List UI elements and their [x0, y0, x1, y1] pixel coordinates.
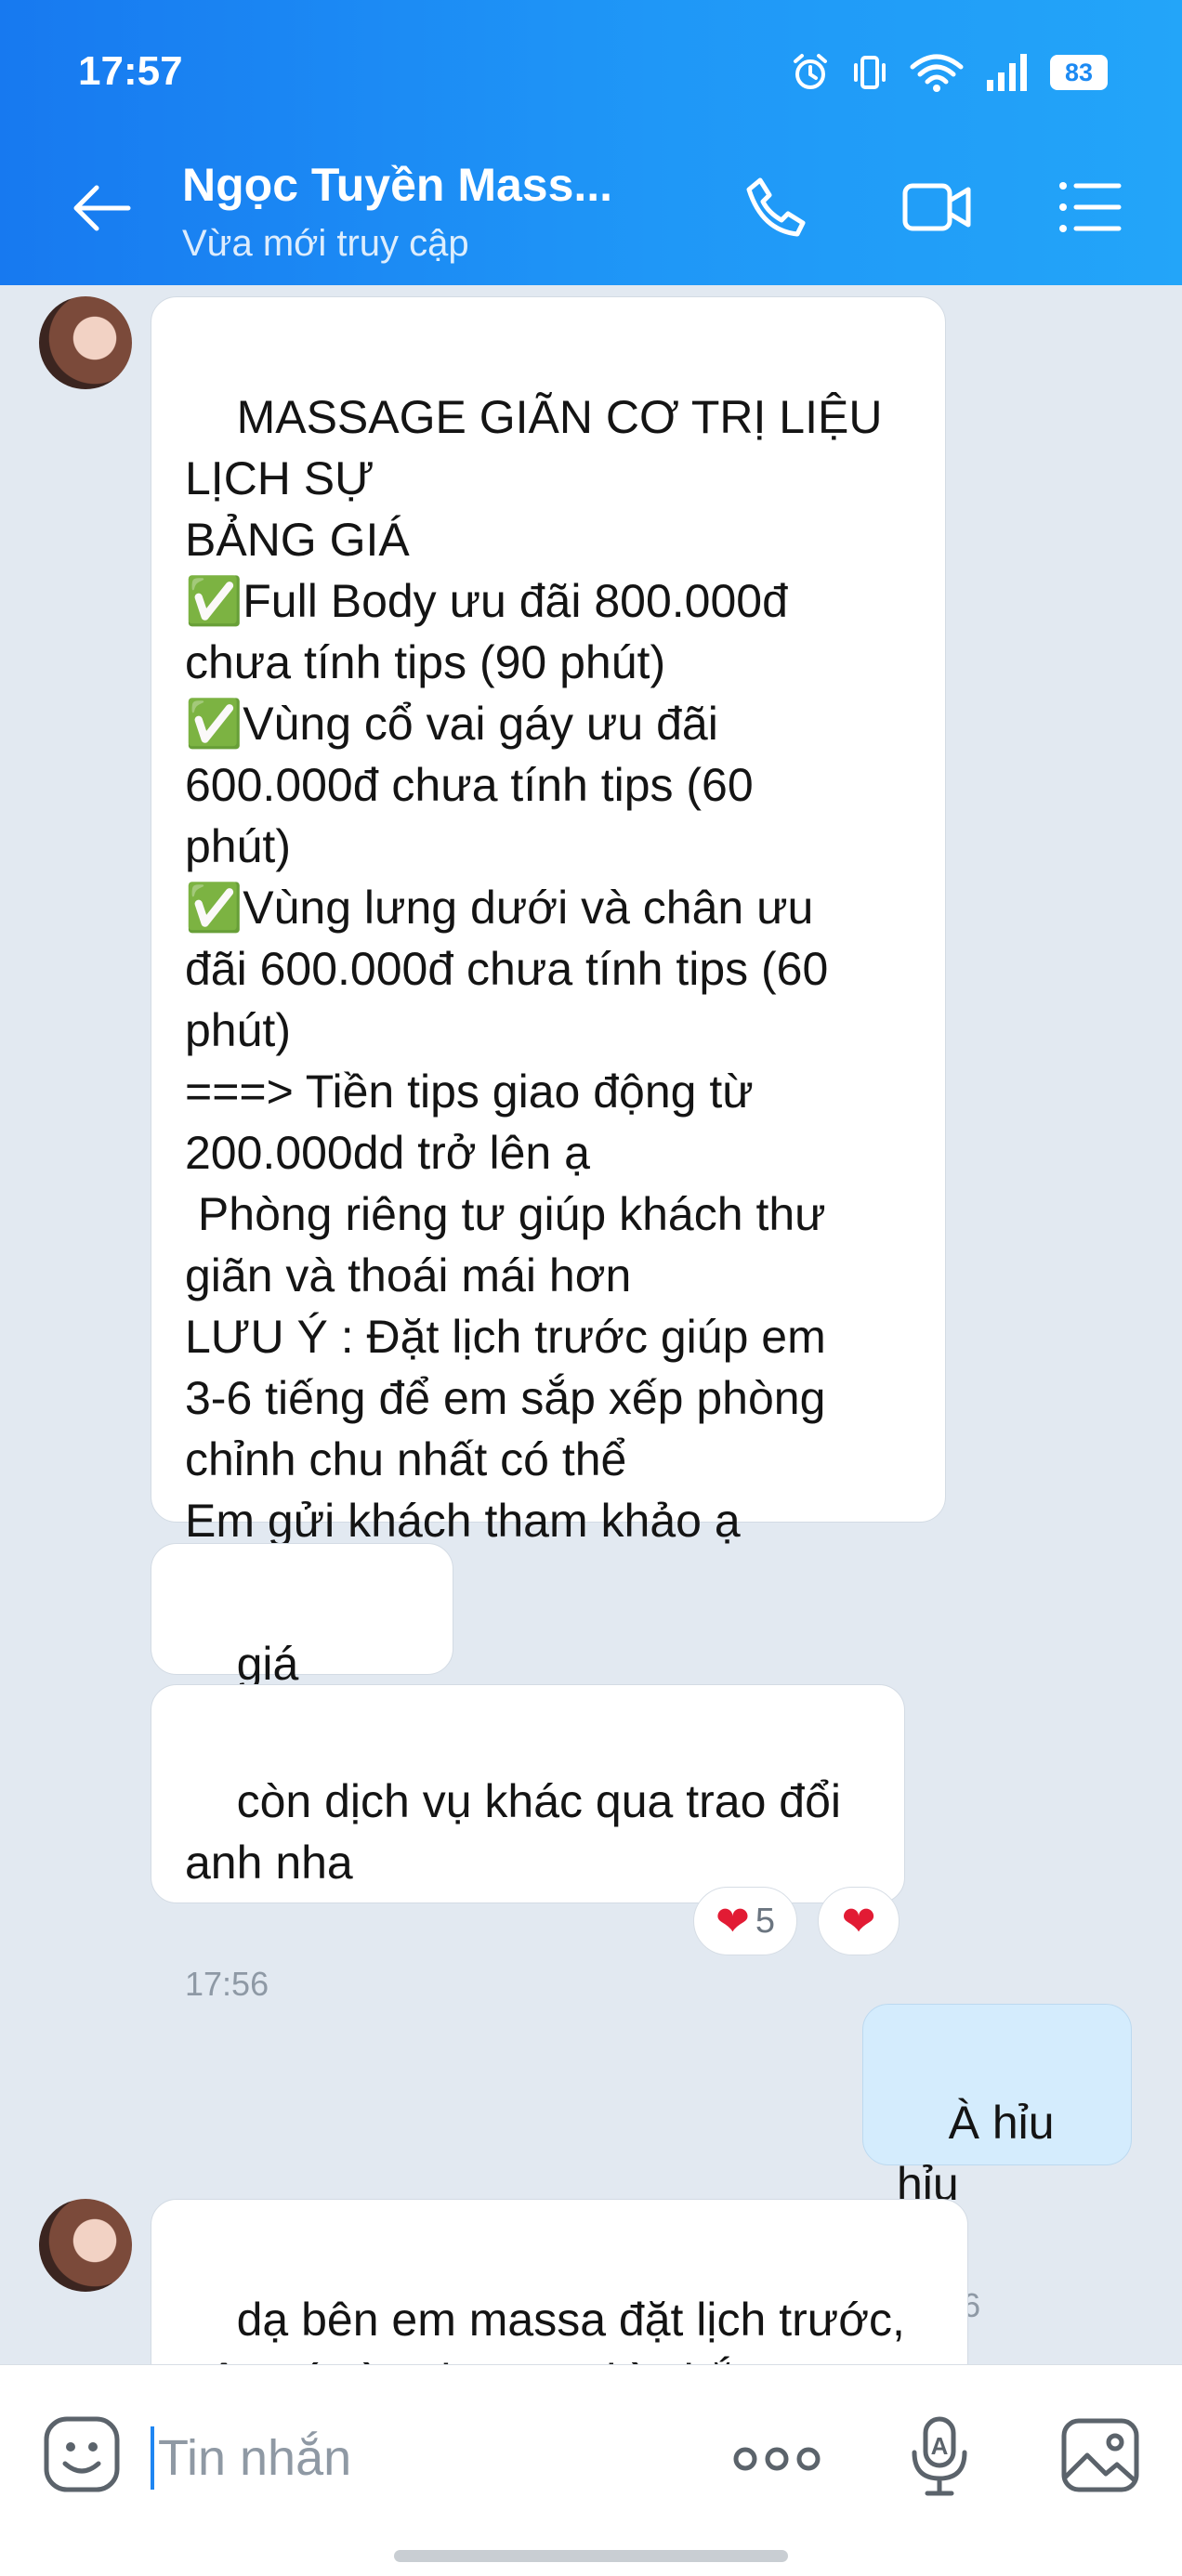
contact-name[interactable]: Ngọc Tuyền Mass... [182, 158, 612, 212]
svg-text:A: A [931, 2432, 949, 2460]
image-gallery-icon[interactable] [1059, 2416, 1141, 2494]
emoji-sticker-icon[interactable] [41, 2413, 123, 2495]
home-indicator[interactable] [394, 2550, 788, 2562]
message-text: À hỉu hỉu [897, 2097, 1068, 2210]
voice-to-text-icon[interactable]: A [909, 2413, 972, 2499]
wifi-icon [910, 54, 964, 92]
message-bubble[interactable]: giá massa [151, 1543, 453, 1751]
chat-messages[interactable]: MASSAGE GIÃN CƠ TRỊ LIỆU LỊCH SỰ BẢNG GI… [0, 285, 1182, 2364]
back-arrow-icon[interactable] [69, 182, 132, 234]
menu-icon[interactable] [1057, 175, 1123, 240]
message-placeholder: Tin nhắn [158, 2430, 352, 2486]
signal-icon [987, 54, 1027, 91]
reaction-count: 5 [755, 1901, 775, 1941]
phone-icon[interactable] [743, 175, 808, 240]
avatar[interactable] [39, 296, 132, 389]
message-input-bar: Tin nhắn A [0, 2364, 1182, 2576]
text-cursor [151, 2426, 154, 2490]
message-text: còn dịch vụ khác qua trao đổi anh nha [185, 1775, 841, 1889]
chat-header: 17:57 83 Ngọc Tuyền Mass... Vừa mới truy… [0, 0, 1182, 285]
message-text: dạ bên em massa đặt lịch trước, nên có g… [185, 2294, 905, 2364]
my-message-bubble[interactable]: À hỉu hỉu 17:56 [862, 2004, 1132, 2324]
heart-icon: ❤ [715, 1898, 750, 1944]
message-bubble[interactable]: còn dịch vụ khác qua trao đổi anh nha 17… [151, 1684, 905, 2003]
message-time: 17:56 [185, 1965, 269, 2003]
status-icons: 83 [790, 52, 1108, 93]
message-text: MASSAGE GIÃN CƠ TRỊ LIỆU LỊCH SỰ BẢNG GI… [185, 391, 883, 1547]
react-heart-button[interactable]: ❤ [818, 1887, 900, 1955]
message-input[interactable]: Tin nhắn [151, 2419, 671, 2497]
message-bubble[interactable]: dạ bên em massa đặt lịch trước, nên có g… [151, 2199, 968, 2364]
contact-status: Vừa mới truy cập [182, 223, 469, 264]
avatar[interactable] [39, 2199, 132, 2292]
heart-icon: ❤ [841, 1898, 876, 1944]
message-bubble[interactable]: MASSAGE GIÃN CƠ TRỊ LIỆU LỊCH SỰ BẢNG GI… [151, 296, 946, 1547]
status-time: 17:57 [78, 48, 183, 94]
battery-indicator: 83 [1050, 55, 1108, 90]
reaction-count-badge[interactable]: ❤ 5 [693, 1887, 797, 1955]
more-options-icon[interactable] [732, 2443, 821, 2475]
vibrate-icon [854, 56, 886, 89]
alarm-icon [794, 54, 827, 89]
video-call-icon[interactable] [901, 175, 972, 240]
